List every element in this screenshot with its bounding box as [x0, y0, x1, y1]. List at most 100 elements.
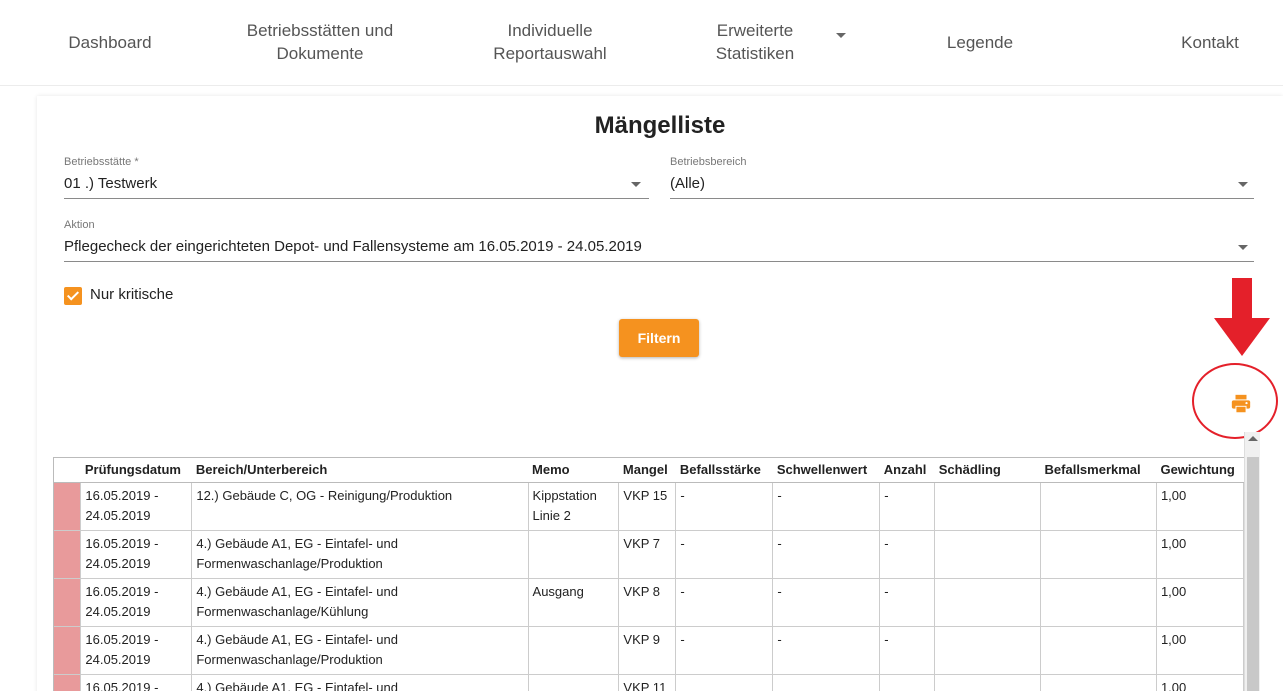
- table-header-row: Prüfungsdatum Bereich/Unterbereich Memo …: [54, 458, 1244, 483]
- aktion-label: Aktion: [64, 219, 95, 231]
- table-header-mark: [54, 458, 81, 483]
- critical-marker: [54, 482, 82, 531]
- table-cell-befallsstaerke: [675, 674, 774, 691]
- critical-marker: [54, 626, 82, 675]
- table-cell-befallsstaerke: -: [675, 578, 774, 627]
- table-scrollbar[interactable]: [1244, 432, 1260, 691]
- chevron-down-icon[interactable]: [836, 33, 846, 38]
- table-cell-befallsmerkmal: [1040, 530, 1157, 579]
- table-header[interactable]: Schädling: [934, 458, 1041, 483]
- table-cell-gewichtung: 1,00: [1156, 530, 1244, 579]
- table-cell-befallsstaerke: -: [675, 482, 774, 531]
- chevron-down-icon[interactable]: [631, 182, 641, 187]
- table-cell-datum: 16.05.2019 - 24.05.2019: [80, 530, 193, 579]
- table-cell-schwellenwert: -: [772, 626, 881, 675]
- table-cell-befallsstaerke: -: [675, 530, 774, 579]
- table-cell-bereich: 12.) Gebäude C, OG - Reinigung/Produktio…: [191, 482, 529, 531]
- nav-statistiken[interactable]: Erweiterte Statistiken: [690, 0, 820, 86]
- table-cell-mangel: VKP 11: [618, 674, 677, 691]
- table-cell-schwellenwert: -: [772, 482, 881, 531]
- table-cell-mangel: VKP 15: [618, 482, 677, 531]
- table-cell-memo: Kippstation Linie 2: [528, 482, 620, 531]
- nav-betriebsstaetten[interactable]: Betriebsstätten und Dokumente: [220, 0, 420, 86]
- table-row[interactable]: 16.05.2019 -4.) Gebäude A1, EG - Eintafe…: [54, 674, 1244, 691]
- table-cell-schwellenwert: [772, 674, 881, 691]
- betriebsbereich-underline: [670, 198, 1254, 199]
- table-cell-gewichtung: 1,00: [1156, 578, 1244, 627]
- chevron-down-icon[interactable]: [1238, 182, 1248, 187]
- table-header[interactable]: Befallsmerkmal: [1040, 458, 1157, 483]
- table-cell-mangel: VKP 9: [618, 626, 677, 675]
- table-header[interactable]: Mangel: [618, 458, 676, 483]
- table-cell-schaedling: [934, 674, 1042, 691]
- chevron-up-icon[interactable]: [1248, 436, 1258, 441]
- table-cell-anzahl: -: [879, 626, 936, 675]
- table-row[interactable]: 16.05.2019 - 24.05.2019 4.) Gebäude A1, E…: [54, 530, 1244, 579]
- nav-legende[interactable]: Legende: [930, 0, 1030, 86]
- nur-kritische-label[interactable]: Nur kritische: [90, 286, 173, 303]
- table-cell-schaedling: [934, 482, 1042, 531]
- table-cell-memo: [528, 530, 620, 579]
- table-cell-befallsmerkmal: [1040, 626, 1157, 675]
- table-cell-mangel: VKP 7: [618, 530, 677, 579]
- table-row[interactable]: 16.05.2019 - 24.05.2019 4.) Gebäude A1, E…: [54, 626, 1244, 675]
- table-cell-bereich: 4.) Gebäude A1, EG - Eintafel- und: [191, 674, 529, 691]
- table-cell-bereich: 4.) Gebäude A1, EG - Eintafel- und Forme…: [191, 578, 529, 627]
- table-cell-gewichtung: 1,00: [1156, 626, 1244, 675]
- nav-reportauswahl[interactable]: Individuelle Reportauswahl: [470, 0, 630, 86]
- aktion-select[interactable]: Pflegecheck der eingerichteten Depot- un…: [64, 238, 642, 255]
- print-icon[interactable]: [1230, 393, 1252, 415]
- critical-marker: [54, 530, 82, 579]
- table-cell-memo: [528, 626, 620, 675]
- table-cell-befallsstaerke: -: [675, 626, 774, 675]
- table-header[interactable]: Anzahl: [879, 458, 935, 483]
- table-cell-anzahl: -: [879, 530, 936, 579]
- table-cell-datum: 16.05.2019 -: [80, 674, 193, 691]
- betriebsbereich-select[interactable]: (Alle): [670, 175, 705, 192]
- table-cell-befallsmerkmal: [1040, 578, 1157, 627]
- table-cell-datum: 16.05.2019 - 24.05.2019: [80, 482, 193, 531]
- table-cell-schaedling: [934, 626, 1042, 675]
- filter-button[interactable]: Filtern: [619, 319, 699, 357]
- table-cell-gewichtung: 1,00: [1156, 482, 1244, 531]
- table-cell-datum: 16.05.2019 - 24.05.2019: [80, 626, 193, 675]
- table-header[interactable]: Schwellenwert: [772, 458, 880, 483]
- betriebsstaette-select[interactable]: 01 .) Testwerk: [64, 175, 157, 192]
- scrollbar-thumb[interactable]: [1247, 457, 1259, 691]
- nur-kritische-checkbox[interactable]: [64, 287, 82, 305]
- table-cell-bereich: 4.) Gebäude A1, EG - Eintafel- und Forme…: [191, 626, 529, 675]
- table-header[interactable]: Befallsstärke: [675, 458, 773, 483]
- nav-dashboard[interactable]: Dashboard: [40, 0, 180, 86]
- page-title: Mängelliste: [594, 112, 726, 139]
- table-cell-bereich: 4.) Gebäude A1, EG - Eintafel- und Forme…: [191, 530, 529, 579]
- table-header[interactable]: Memo: [528, 458, 619, 483]
- table-cell-anzahl: [879, 674, 936, 691]
- table-row[interactable]: 16.05.2019 - 24.05.2019 4.) Gebäude A1, E…: [54, 578, 1244, 627]
- betriebsstaette-underline: [64, 198, 649, 199]
- critical-marker: [54, 674, 82, 691]
- critical-marker: [54, 578, 82, 627]
- table-header[interactable]: Prüfungsdatum: [80, 458, 192, 483]
- table-cell-anzahl: -: [879, 578, 936, 627]
- chevron-down-icon[interactable]: [1238, 245, 1248, 250]
- table-cell-befallsmerkmal: [1040, 674, 1157, 691]
- table-cell-schwellenwert: -: [772, 530, 881, 579]
- table-cell-memo: Ausgang: [528, 578, 620, 627]
- table-header[interactable]: Gewichtung: [1156, 458, 1244, 483]
- table-cell-memo: [528, 674, 620, 691]
- table-row[interactable]: 16.05.2019 - 24.05.2019 12.) Gebäude C, O…: [54, 482, 1244, 531]
- table-cell-gewichtung: 1,00: [1156, 674, 1244, 691]
- table-cell-befallsmerkmal: [1040, 482, 1157, 531]
- betriebsbereich-label: Betriebsbereich: [670, 156, 747, 168]
- table-cell-mangel: VKP 8: [618, 578, 677, 627]
- table-cell-anzahl: -: [879, 482, 936, 531]
- betriebsstaette-label: Betriebsstätte *: [64, 156, 139, 168]
- table-cell-schwellenwert: -: [772, 578, 881, 627]
- nav-kontakt[interactable]: Kontakt: [1160, 0, 1260, 86]
- table-header[interactable]: Bereich/Unterbereich: [191, 458, 529, 483]
- table-cell-schaedling: [934, 578, 1042, 627]
- table-cell-schaedling: [934, 530, 1042, 579]
- arrow-down-icon: [1214, 278, 1270, 356]
- top-nav: Dashboard Betriebsstätten und Dokumente …: [0, 0, 1283, 86]
- table-cell-datum: 16.05.2019 - 24.05.2019: [80, 578, 193, 627]
